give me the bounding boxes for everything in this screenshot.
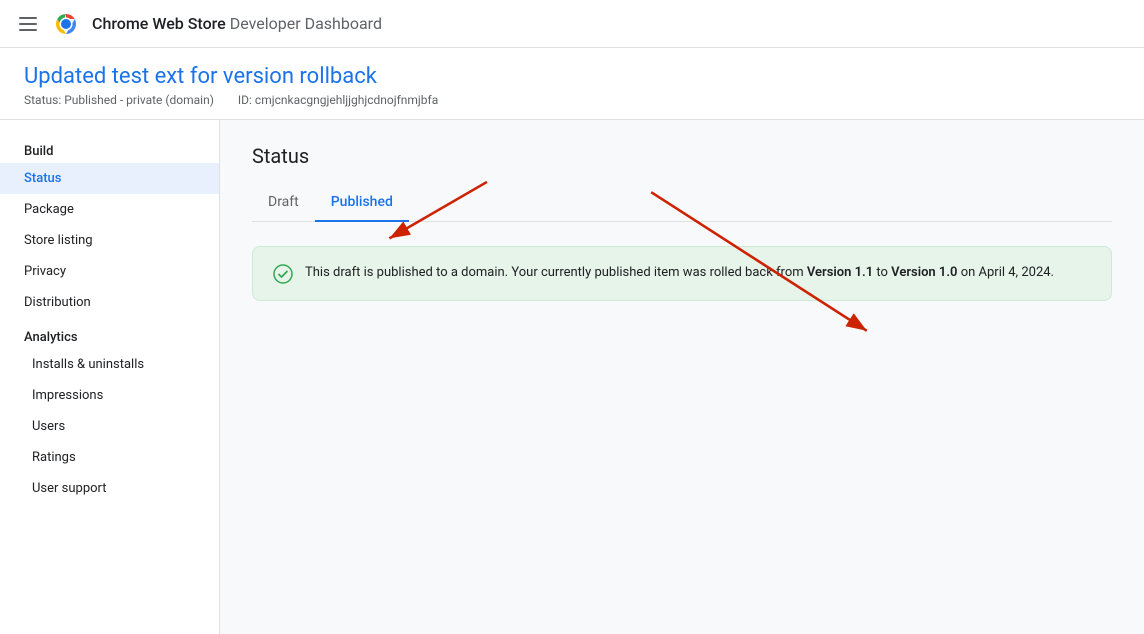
- sidebar-item-impressions[interactable]: Impressions: [0, 380, 219, 411]
- sidebar-item-package[interactable]: Package: [0, 194, 219, 225]
- success-icon: [273, 264, 293, 284]
- sidebar-item-status[interactable]: Status: [0, 163, 219, 194]
- tabs-bar: Draft Published: [252, 184, 1112, 222]
- sidebar-item-store-listing[interactable]: Store listing: [0, 225, 219, 256]
- sidebar-item-privacy[interactable]: Privacy: [0, 256, 219, 287]
- sidebar-item-distribution[interactable]: Distribution: [0, 287, 219, 318]
- analytics-section-label: Analytics: [0, 318, 219, 349]
- page-header: Updated test ext for version rollback St…: [0, 48, 1144, 120]
- topbar: Chrome Web Store Developer Dashboard: [0, 0, 1144, 48]
- version-from: Version 1.1: [807, 265, 873, 280]
- sidebar-item-users[interactable]: Users: [0, 411, 219, 442]
- alert-text-middle: to: [873, 265, 891, 280]
- build-section-label: Build: [0, 136, 219, 163]
- alert-text: This draft is published to a domain. You…: [305, 263, 1054, 283]
- sidebar-item-ratings[interactable]: Ratings: [0, 442, 219, 473]
- chrome-logo: [52, 10, 80, 38]
- alert-text-after: on April 4, 2024.: [957, 265, 1054, 280]
- extension-id: ID: cmjcnkacgngjehljjghjcdnojfnmjbfa: [238, 93, 438, 107]
- alert-box: This draft is published to a domain. You…: [252, 246, 1112, 301]
- tab-published[interactable]: Published: [315, 184, 409, 222]
- topbar-title: Chrome Web Store Developer Dashboard: [92, 14, 382, 33]
- status-text: Status: Published - private (domain): [24, 93, 214, 107]
- sidebar-item-installs[interactable]: Installs & uninstalls: [0, 349, 219, 380]
- content-title: Status: [252, 144, 1112, 168]
- page-title: Updated test ext for version rollback: [24, 64, 1120, 89]
- tab-draft[interactable]: Draft: [252, 184, 315, 222]
- sidebar: Build Status Package Store listing Priva…: [0, 120, 220, 634]
- content-area: Status Draft Published This draft is pub…: [220, 120, 1144, 634]
- sidebar-item-user-support[interactable]: User support: [0, 473, 219, 504]
- menu-icon[interactable]: [16, 15, 40, 33]
- alert-text-before: This draft is published to a domain. You…: [305, 265, 807, 280]
- main-layout: Build Status Package Store listing Priva…: [0, 120, 1144, 634]
- page-meta: Status: Published - private (domain) ID:…: [24, 93, 1120, 107]
- version-to: Version 1.0: [891, 265, 957, 280]
